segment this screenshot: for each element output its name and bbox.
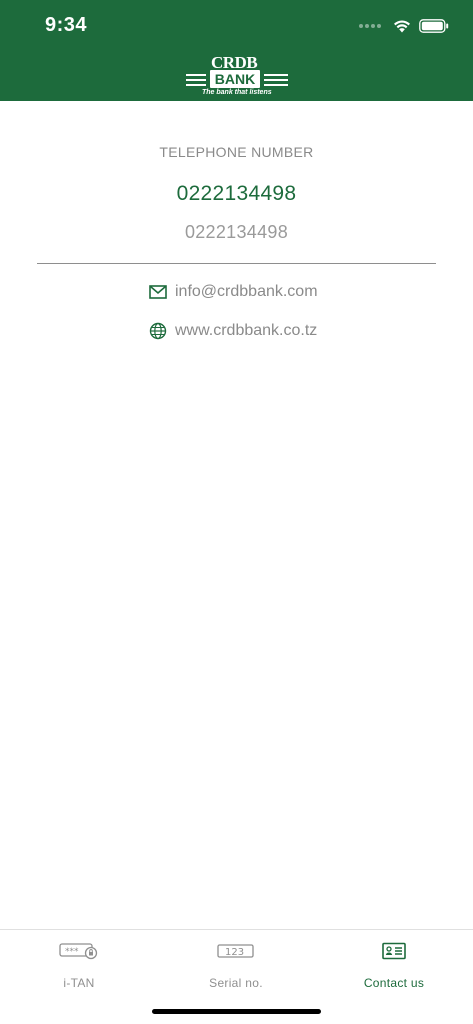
password-lock-icon: *** xyxy=(59,943,98,960)
logo-stripe xyxy=(264,74,288,76)
tab-label: Serial no. xyxy=(209,976,263,990)
website-text: www.crdbbank.co.tz xyxy=(175,322,318,339)
status-time: 9:34 xyxy=(45,14,88,36)
phone-number-secondary[interactable]: 0222134498 xyxy=(0,222,473,243)
crdb-bank-logo: CRDB BANK The bank that listens xyxy=(184,52,290,98)
svg-text:123: 123 xyxy=(225,947,244,958)
signal-icon xyxy=(359,24,381,28)
telephone-section-title: TELEPHONE NUMBER xyxy=(159,144,314,160)
svg-text:***: *** xyxy=(65,947,79,957)
website-link[interactable]: www.crdbbank.co.tz xyxy=(149,322,317,340)
number-field-icon: 123 xyxy=(217,944,254,958)
battery-icon xyxy=(419,19,449,33)
phone-number-primary[interactable]: 0222134498 xyxy=(0,182,473,206)
logo-stripe xyxy=(264,79,288,81)
logo-wordmark: CRDB xyxy=(211,53,258,72)
logo-stripe xyxy=(264,84,288,86)
section-divider xyxy=(37,263,436,264)
logo-stripe xyxy=(186,74,206,76)
tab-i-tan[interactable]: *** i-TAN xyxy=(0,940,158,990)
app-header: 9:34 CRDB BANK The bank that listens xyxy=(0,0,473,101)
email-text: info@crdbbank.com xyxy=(175,283,318,300)
globe-icon xyxy=(149,322,167,340)
contact-us-screen: 9:34 CRDB BANK The bank that listens TEL… xyxy=(0,0,473,1024)
tab-label: Contact us xyxy=(363,976,425,990)
logo-bank-box: BANK xyxy=(210,70,260,88)
wifi-icon xyxy=(394,20,410,33)
logo-stripe xyxy=(186,84,206,86)
tab-contact-us[interactable]: Contact us xyxy=(315,940,473,990)
logo-tagline: The bank that listens xyxy=(202,89,272,96)
contact-card-icon xyxy=(382,942,406,960)
email-link[interactable]: info@crdbbank.com xyxy=(149,283,318,301)
home-indicator[interactable] xyxy=(152,1009,321,1014)
tab-label: i-TAN xyxy=(63,976,95,990)
tab-serial-no[interactable]: 123 Serial no. xyxy=(157,940,315,990)
status-icons xyxy=(359,16,449,36)
mail-icon xyxy=(149,285,167,299)
logo-stripe xyxy=(186,79,206,81)
